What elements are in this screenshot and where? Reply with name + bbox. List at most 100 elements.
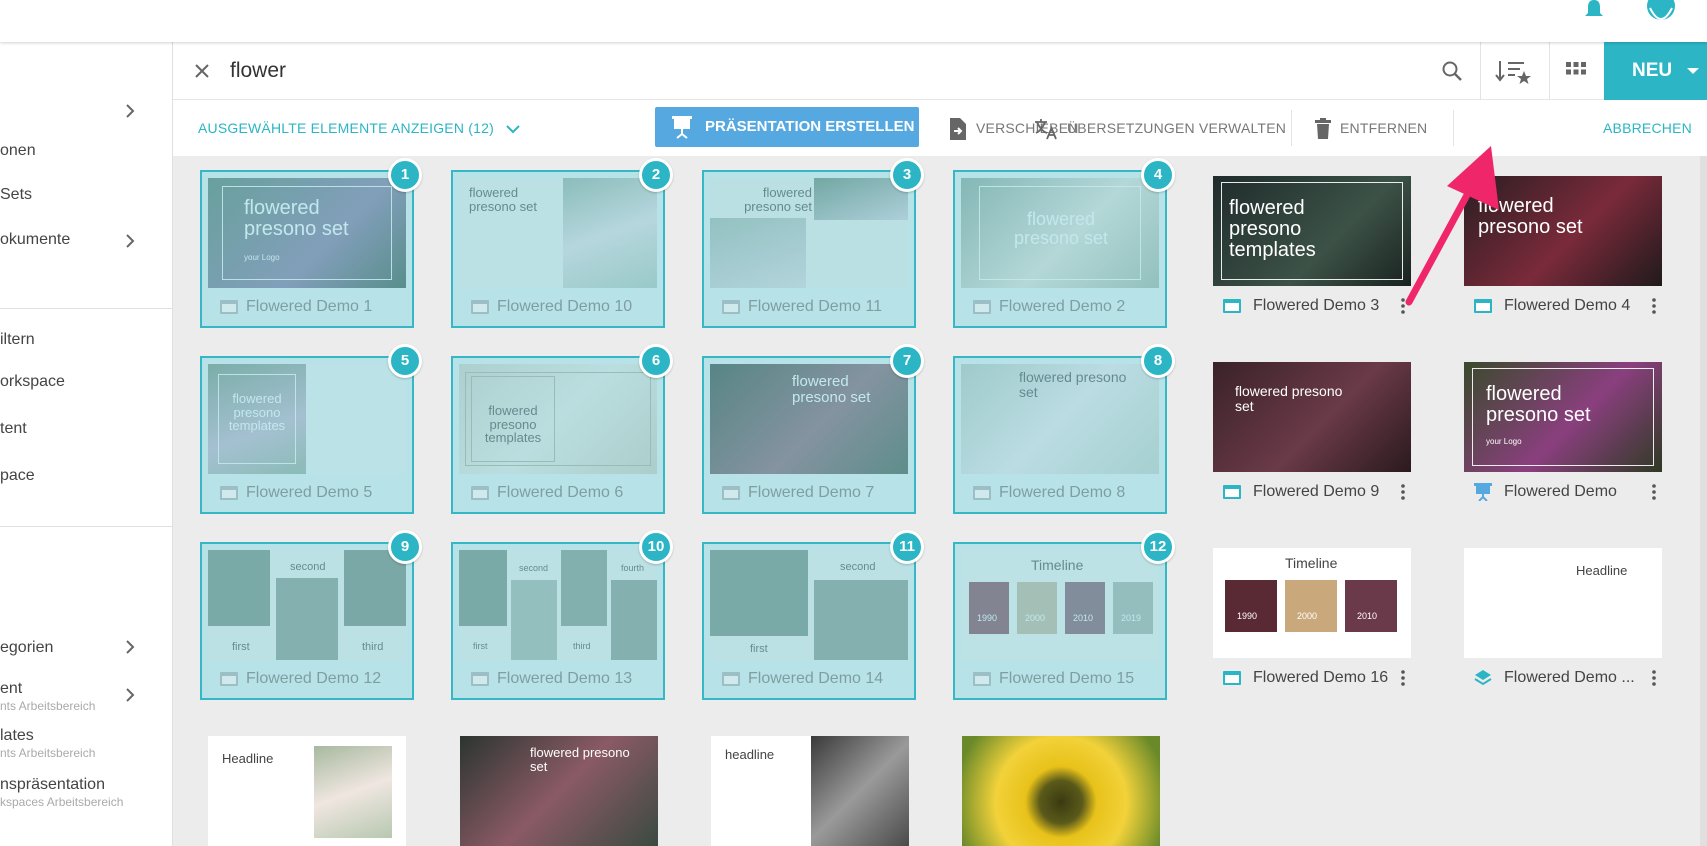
card-title: Flowered Demo 13 [497, 670, 633, 687]
grid-view-icon[interactable] [1565, 60, 1587, 82]
more-options-icon[interactable] [1395, 483, 1411, 501]
caret-down-icon [1687, 68, 1699, 74]
card-thumbnail: flowered presono set [961, 364, 1159, 474]
asset-card[interactable]: flowered presono set Flowered Demo 9 [1213, 362, 1411, 512]
selection-badge: 9 [388, 530, 422, 564]
asset-card[interactable]: flowered presono templates Flowered Demo… [200, 344, 422, 514]
search-input[interactable] [230, 54, 1130, 88]
thumb-year: 2010 [1357, 611, 1378, 621]
sidebar-item-label: iltern [0, 331, 35, 348]
slide-icon [1223, 671, 1241, 685]
chevron-right-icon[interactable] [123, 640, 137, 654]
cancel-button[interactable]: ABBRECHEN [1603, 100, 1692, 156]
thumb-logo-text: your Logo [244, 253, 280, 262]
asset-card[interactable]: flowered presono set Flowered Demo 7 7 [702, 344, 924, 514]
thumb-year: 2000 [1297, 611, 1318, 621]
user-avatar-icon[interactable] [1640, 0, 1682, 28]
card-thumbnail [962, 736, 1160, 846]
new-button[interactable]: NEU [1604, 42, 1707, 100]
toolbar-separator [1549, 42, 1550, 100]
asset-card[interactable]: flowered presono set Flowered Demo 10 2 [451, 158, 673, 328]
thumb-label: first [473, 641, 488, 651]
slide-icon [722, 300, 740, 314]
thumb-label: second [840, 561, 876, 573]
card-title: Flowered Demo 10 [497, 298, 633, 315]
selection-badge: 2 [639, 158, 673, 192]
asset-card[interactable]: headline [711, 736, 909, 846]
thumb-title: flowered presono set [1019, 369, 1127, 400]
more-options-icon[interactable] [1646, 483, 1662, 501]
card-thumbnail: flowered presono set [459, 178, 657, 288]
thumb-label: second [290, 561, 326, 573]
create-presentation-button[interactable]: PRÄSENTATION ERSTELLEN [655, 107, 919, 147]
card-thumbnail: Timeline 1990 2000 2010 [1213, 548, 1411, 658]
more-options-icon[interactable] [1646, 297, 1662, 315]
card-title: Flowered Demo 15 [999, 670, 1135, 687]
selection-badge: 5 [388, 344, 422, 378]
asset-card[interactable]: second first Flowered Demo 14 11 [702, 530, 924, 700]
asset-card[interactable]: second first third Flowered Demo 12 9 [200, 530, 422, 700]
asset-card[interactable]: flowered presono set [460, 736, 658, 846]
more-options-icon[interactable] [1395, 669, 1411, 687]
card-caption: Flowered Demo 11 [704, 290, 914, 324]
sidebar-item-7[interactable]: pace [0, 467, 173, 485]
manage-translations-label: ÜBERSETZUNGEN VERWALTEN [1067, 120, 1287, 136]
sidebar-item-10[interactable]: lates nts Arbeitsbereich [0, 727, 173, 760]
sidebar-item-1[interactable]: onen [0, 142, 173, 160]
top-bar [0, 0, 1707, 42]
thumb-title: flowered presono templates [1229, 197, 1316, 261]
asset-card[interactable]: Headline [208, 736, 406, 846]
sidebar-item-sublabel: nts Arbeitsbereich [0, 746, 96, 760]
sidebar-item-label: egorien [0, 639, 54, 656]
asset-card[interactable]: flowered presono set Flowered Demo 11 3 [702, 158, 924, 328]
asset-card[interactable]: flowered presono set Flowered Demo 2 4 [953, 158, 1175, 328]
sidebar-item-2[interactable]: Sets [0, 186, 173, 204]
sidebar-item-9[interactable]: ent nts Arbeitsbereich [0, 680, 173, 713]
asset-card[interactable]: flowered presono set your Logo Flowered … [1464, 362, 1662, 512]
card-caption: Flowered Demo 5 [202, 476, 412, 510]
asset-card[interactable]: flowered presono templates Flowered Demo… [1213, 176, 1411, 326]
thumb-year: 2019 [1121, 613, 1142, 623]
manage-translations-button[interactable]: ÜBERSETZUNGEN VERWALTEN [1033, 100, 1286, 156]
sort-icon[interactable] [1495, 58, 1533, 84]
search-icon[interactable] [1440, 59, 1464, 83]
asset-card[interactable]: flowered presono templates Flowered Demo… [451, 344, 673, 514]
selection-badge: 4 [1141, 158, 1175, 192]
sidebar-item-3[interactable]: okumente [0, 231, 173, 249]
bell-icon[interactable] [1583, 0, 1605, 20]
thumb-title: Headline [1576, 563, 1628, 578]
sidebar-item-4[interactable]: iltern [0, 331, 173, 349]
thumb-title: flowered presono set [744, 185, 812, 214]
close-icon[interactable] [193, 62, 211, 80]
chevron-right-icon[interactable] [123, 688, 137, 702]
chevron-right-icon[interactable] [123, 104, 137, 118]
sidebar-item-11[interactable]: nspräsentation kspaces Arbeitsbereich [0, 776, 173, 809]
toolbar-separator [1480, 42, 1481, 100]
asset-card[interactable]: flowered presono set your Logo Flowered … [200, 158, 422, 328]
chevron-right-icon[interactable] [123, 234, 137, 248]
card-thumbnail: flowered presono set [710, 178, 908, 288]
more-options-icon[interactable] [1646, 669, 1662, 687]
card-thumbnail: Headline [208, 736, 406, 846]
thumb-title: flowered presono set [1235, 383, 1343, 414]
scrollbar[interactable] [1700, 156, 1707, 846]
sidebar-item-6[interactable]: tent [0, 420, 173, 438]
sidebar-item-5[interactable]: orkspace [0, 373, 173, 391]
show-selected-button[interactable]: AUSGEWÄHLTE ELEMENTE ANZEIGEN (12) [198, 100, 528, 156]
asset-card[interactable]: flowered presono set Flowered Demo 8 8 [953, 344, 1175, 514]
asset-card[interactable]: Headline Flowered Demo ... [1464, 548, 1662, 698]
remove-label: ENTFERNEN [1340, 120, 1428, 136]
asset-card[interactable] [962, 736, 1160, 846]
card-title: Flowered Demo 14 [748, 670, 884, 687]
thumb-label: third [573, 641, 591, 651]
card-caption: Flowered Demo 2 [955, 290, 1165, 324]
search-bar: NEU [173, 42, 1707, 100]
asset-card[interactable]: Timeline 1990 2000 2010 2019 Flowered De… [953, 530, 1175, 700]
thumb-title: flowered presono set [530, 745, 630, 774]
create-presentation-label: PRÄSENTATION ERSTELLEN [705, 118, 915, 135]
asset-card[interactable]: second fourth first third Flowered Demo … [451, 530, 673, 700]
thumb-title: flowered presono set [244, 197, 349, 240]
asset-card[interactable]: Timeline 1990 2000 2010 Flowered Demo 16 [1213, 548, 1411, 698]
sidebar-item-8[interactable]: egorien [0, 639, 173, 657]
thumb-title: Timeline [1031, 557, 1084, 573]
